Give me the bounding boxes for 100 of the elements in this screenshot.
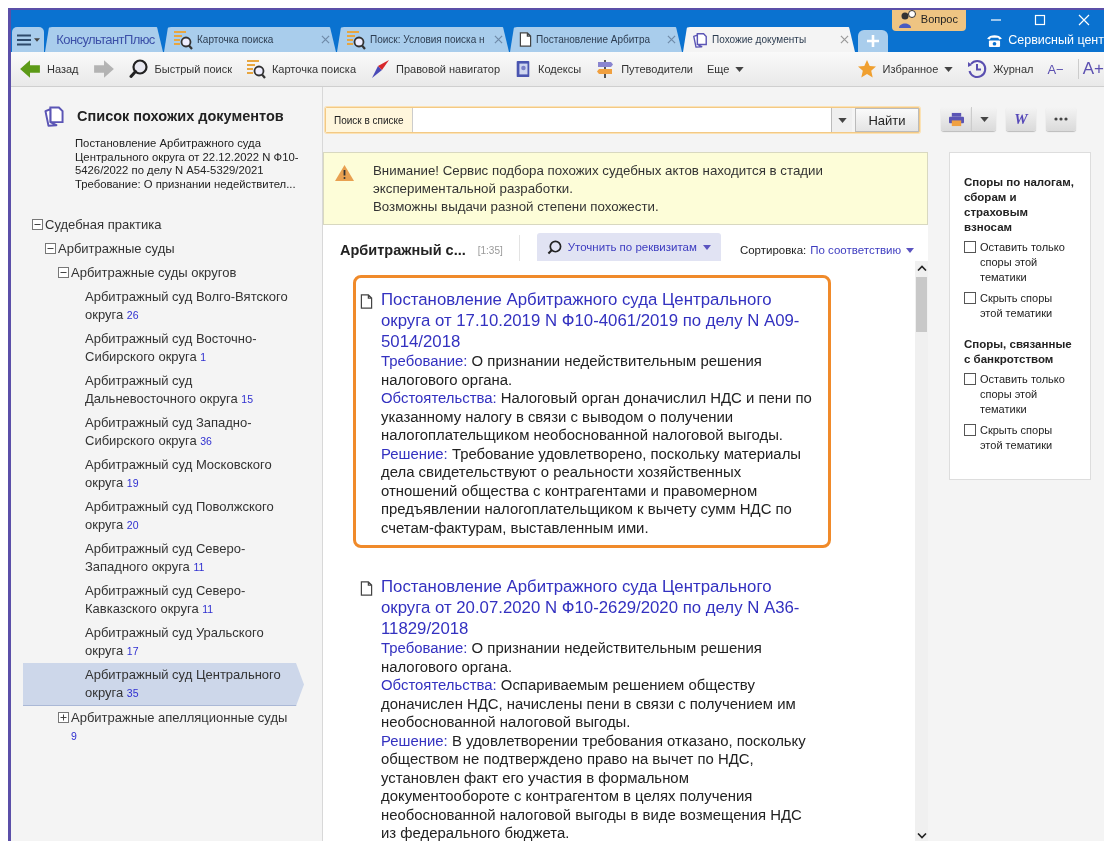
count: 1 bbox=[200, 351, 207, 363]
toolbar-button[interactable]: Еще bbox=[707, 63, 745, 75]
tab[interactable]: Постановление Арбитра bbox=[510, 27, 682, 52]
caret-icon bbox=[735, 66, 745, 72]
tree-item[interactable]: Арбитражный суд Центрального округа 35 bbox=[23, 663, 304, 706]
scrollbar-thumb[interactable] bbox=[916, 277, 927, 332]
count: 11 bbox=[202, 603, 214, 615]
tree-item[interactable]: Арбитражный суд Московского округа 19 bbox=[23, 453, 304, 495]
search-field-label: Поиск в списке bbox=[326, 108, 413, 132]
plus-icon bbox=[867, 35, 879, 47]
tree-item[interactable]: Арбитражный суд Западно-Сибирского округа 36 bbox=[23, 411, 304, 453]
caret-icon bbox=[702, 244, 711, 250]
checkbox[interactable] bbox=[964, 292, 976, 304]
toolbar-button[interactable]: Карточка поиска bbox=[245, 59, 356, 79]
collapse-icon[interactable] bbox=[45, 243, 56, 254]
book-icon bbox=[514, 59, 532, 79]
tree-item[interactable]: Арбитражные суды bbox=[23, 237, 304, 261]
count: 36 bbox=[200, 435, 212, 447]
menu-button[interactable] bbox=[12, 27, 44, 52]
documents-icon bbox=[43, 105, 65, 127]
document-field: Обстоятельства: Налоговый орган доначислил НДС и пени по указанному налогу в связи с выводом о получении налогоплательщиком необоснованной налоговой выгоды. bbox=[381, 389, 814, 445]
toolbar-button[interactable]: Быстрый поиск bbox=[128, 59, 232, 79]
tab[interactable]: Поиск: Условия поиска н bbox=[337, 27, 509, 52]
tree-item[interactable]: Арбитражные суды округов bbox=[23, 261, 304, 285]
document-icon bbox=[519, 32, 532, 47]
close-icon[interactable] bbox=[840, 35, 849, 44]
tree-item[interactable]: Арбитражный суд Северо-Западного округа 11 bbox=[23, 537, 304, 579]
tree-item[interactable]: Арбитражный суд Северо-Кавказского округа 11 bbox=[23, 579, 304, 621]
dropdown-button[interactable] bbox=[831, 108, 852, 132]
more-icon bbox=[1054, 117, 1068, 121]
results-heading: Арбитражный с... bbox=[340, 242, 466, 258]
list-search-icon bbox=[173, 29, 193, 50]
toolbar-button[interactable]: A+ bbox=[1077, 59, 1104, 79]
caret-icon bbox=[979, 116, 989, 122]
print-button[interactable] bbox=[941, 107, 971, 131]
expand-icon[interactable] bbox=[58, 712, 69, 723]
toolbar-button[interactable]: A− bbox=[1047, 61, 1064, 77]
service-center-link[interactable]: Сервисный цент bbox=[986, 33, 1104, 47]
right-arrow-icon bbox=[92, 58, 115, 80]
logo-tab[interactable]: КонсультантПлюс bbox=[45, 27, 163, 52]
printer-icon bbox=[947, 111, 965, 127]
document-card[interactable] bbox=[353, 275, 831, 548]
warning-text: Внимание! Сервис подбора похожих судебных актов находится в стадии экспериментальной разработки. bbox=[373, 162, 824, 198]
tree-item[interactable]: Арбитражный суд Поволжского округа 20 bbox=[23, 495, 304, 537]
warning-text: Возможны выдачи разной степени похожести. bbox=[373, 198, 660, 216]
chevron-up-icon[interactable] bbox=[916, 265, 927, 271]
tab[interactable]: Похожие документы bbox=[683, 27, 855, 52]
count: 11 bbox=[193, 561, 205, 573]
count: 35 bbox=[126, 687, 139, 699]
search-field[interactable]: Поиск в списке Найти bbox=[325, 107, 920, 133]
document-field: Решение: Требование удовлетворено, поскольку материалы дела свидетельствуют о реальности хозяйственных отношений общества с контрагентами и правомерном предъявлении налогоплательщиком к вычету сумм НДС по счетам-фактурам, выставленным ими. bbox=[381, 444, 814, 537]
tree-item[interactable]: Судебная практика bbox=[23, 213, 304, 237]
sort-label: Сортировка: bbox=[739, 244, 807, 256]
document-link[interactable]: Постановление Арбитражного суда Центрального округа от 17.10.2019 N Ф10-4061/2019 по делу N А09-5014/2018 bbox=[381, 289, 814, 352]
refine-button[interactable]: Уточнить по реквизитам bbox=[536, 233, 721, 261]
source-requirement: Требование: О признании недействител... bbox=[75, 177, 297, 191]
tab[interactable]: Карточка поиска bbox=[164, 27, 336, 52]
find-button[interactable]: Найти bbox=[855, 108, 919, 132]
person-icon bbox=[897, 10, 916, 28]
documents-icon bbox=[692, 31, 708, 48]
tree-item[interactable]: Арбитражный суд Уральского округа 17 bbox=[23, 621, 304, 663]
count: 19 bbox=[126, 477, 139, 489]
question-button[interactable]: Вопрос bbox=[891, 10, 966, 31]
toolbar-button[interactable]: Правовой навигатор bbox=[370, 59, 500, 79]
word-button[interactable]: W bbox=[1006, 107, 1036, 131]
tree-item[interactable]: Арбитражный суд Восточно-Сибирского округа 1 bbox=[23, 327, 304, 369]
print-options-button[interactable] bbox=[971, 107, 996, 131]
checkbox-label[interactable]: Оставить только споры этой тематики bbox=[980, 372, 1068, 417]
count: 9 bbox=[71, 730, 77, 742]
checkbox-label[interactable]: Скрыть споры этой тематики bbox=[980, 423, 1068, 453]
document-icon bbox=[360, 294, 373, 309]
caret-icon bbox=[944, 66, 954, 72]
star-icon bbox=[856, 59, 877, 79]
toolbar-button[interactable]: Путеводители bbox=[595, 59, 693, 79]
new-tab-button[interactable] bbox=[858, 30, 888, 52]
toolbar-button[interactable]: Назад bbox=[19, 58, 79, 80]
chevron-down-icon[interactable] bbox=[916, 833, 927, 839]
checkbox[interactable] bbox=[964, 373, 976, 385]
toolbar-button[interactable]: Журнал bbox=[967, 59, 1034, 79]
collapse-icon[interactable] bbox=[32, 219, 43, 230]
document-field: Решение: В удовлетворении требования отказано, поскольку обществом не подтверждено право на вычет по НДС, установлен факт его участия в формальном документообороте с контрагентом в целях получения необоснованной налоговой выгоды в виде возмещения НДС из федерального бюджета. bbox=[381, 731, 814, 841]
checkbox[interactable] bbox=[964, 424, 976, 436]
search-icon bbox=[128, 59, 149, 79]
sort-dropdown[interactable]: По соответствию bbox=[810, 244, 915, 256]
toolbar-button[interactable]: Кодексы bbox=[514, 59, 582, 79]
checkbox[interactable] bbox=[964, 241, 976, 253]
caret-icon bbox=[837, 117, 847, 123]
filter-group-title: Споры по налогам, сборам и страховым взносам bbox=[964, 175, 1075, 235]
tree-item[interactable]: Арбитражные апелляционные суды 9 bbox=[23, 706, 304, 748]
toolbar-button[interactable]: Избранное bbox=[856, 59, 954, 79]
maximize-icon[interactable] bbox=[1034, 14, 1046, 26]
list-search-icon bbox=[245, 59, 266, 79]
tree-item[interactable]: Арбитражный суд Волго-Вятского округа 26 bbox=[23, 285, 304, 327]
document-link[interactable]: Постановление Арбитражного суда Центрального округа от 20.07.2020 N Ф10-2629/2020 по делу N А36-11829/2018 bbox=[381, 576, 814, 639]
checkbox-label[interactable]: Скрыть споры этой тематики bbox=[980, 291, 1068, 321]
clock-icon bbox=[967, 59, 988, 79]
phone-icon bbox=[986, 33, 1004, 47]
checkbox-label[interactable]: Оставить только споры этой тематики bbox=[980, 240, 1068, 285]
collapse-icon[interactable] bbox=[58, 267, 69, 278]
tree-item[interactable]: Арбитражный суд Дальневосточного округа 15 bbox=[23, 369, 304, 411]
